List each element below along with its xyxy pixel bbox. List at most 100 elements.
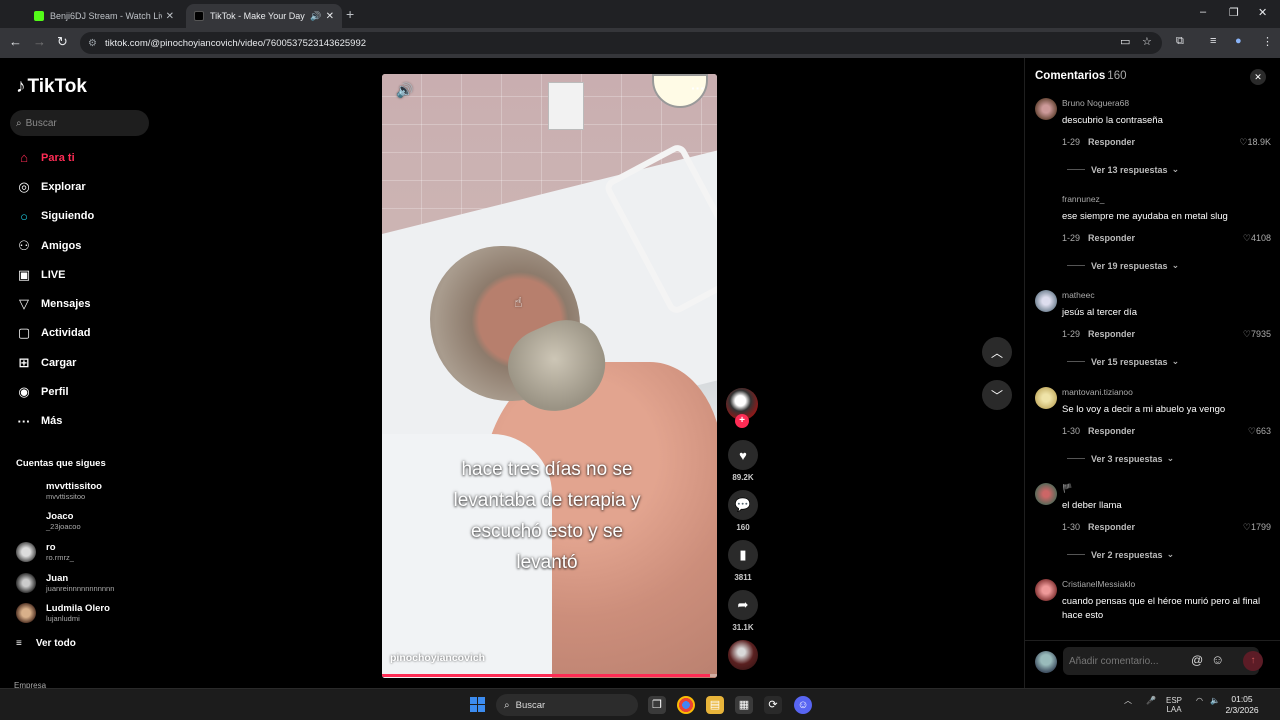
- comment-likes[interactable]: ♡663: [1248, 426, 1271, 437]
- view-replies-button[interactable]: Ver 3 respuestas ⌄: [1067, 453, 1174, 464]
- nav-item-amigos[interactable]: ⚇ Amigos: [14, 231, 94, 260]
- view-replies-button[interactable]: Ver 19 respuestas ⌄: [1067, 260, 1179, 271]
- profile-avatar-icon[interactable]: ●: [1235, 35, 1242, 47]
- browser-tab-tiktok[interactable]: TikTok - Make Your Day 🔊 ✕: [186, 4, 342, 28]
- wifi-icon[interactable]: ◠: [1196, 696, 1203, 705]
- like-action[interactable]: ♥ 89.2K: [726, 440, 760, 482]
- creator-avatar[interactable]: +: [726, 388, 758, 428]
- bookmark-star-icon[interactable]: ☆: [1142, 35, 1152, 48]
- language-indicator[interactable]: ESP LAA: [1166, 696, 1182, 714]
- address-bar[interactable]: ⚙ tiktok.com/@pinochoyiancovich/video/76…: [80, 32, 1162, 54]
- avatar[interactable]: [1035, 579, 1057, 601]
- bookmark-icon[interactable]: ▮: [728, 540, 758, 570]
- avatar[interactable]: [1035, 483, 1057, 505]
- reply-button[interactable]: Responder: [1088, 329, 1135, 339]
- new-tab-button[interactable]: +: [346, 6, 354, 22]
- comment-user[interactable]: mantovani.tizianoo: [1062, 387, 1133, 397]
- video-author[interactable]: pinochoyiancovich: [390, 652, 485, 664]
- volume-icon[interactable]: 🔊: [396, 82, 413, 99]
- tray-expand-icon[interactable]: ︿: [1124, 696, 1132, 705]
- chrome-menu-icon[interactable]: ⋮: [1262, 35, 1273, 48]
- avatar[interactable]: [1035, 290, 1057, 312]
- comment-input-box[interactable]: @ ☺: [1063, 647, 1259, 675]
- reply-button[interactable]: Responder: [1088, 522, 1135, 532]
- music-disc-icon[interactable]: [728, 640, 758, 670]
- site-info-icon[interactable]: ⚙: [88, 38, 97, 49]
- comment-user[interactable]: Bruno Noguera68: [1062, 98, 1129, 108]
- comment-likes[interactable]: ♡7935: [1243, 329, 1271, 340]
- nav-item-siguiendo[interactable]: ○ Siguiendo: [14, 202, 94, 231]
- comment-bubble-icon[interactable]: 💬: [728, 490, 758, 520]
- forward-arrow-icon[interactable]: →: [33, 34, 46, 49]
- video-player[interactable]: hace tres días no se levantaba de terapi…: [382, 74, 717, 678]
- avatar[interactable]: [1035, 387, 1057, 409]
- nav-item-mensajes[interactable]: ▽ Mensajes: [14, 289, 94, 318]
- nav-item-explorar[interactable]: ◎ Explorar: [14, 172, 94, 201]
- send-comment-button[interactable]: ↑: [1243, 651, 1263, 671]
- close-window-button[interactable]: ✕: [1258, 6, 1267, 19]
- view-replies-button[interactable]: Ver 2 respuestas ⌄: [1067, 549, 1174, 560]
- nav-item-cargar[interactable]: ⊞ Cargar: [14, 348, 94, 377]
- avatar[interactable]: [1035, 98, 1057, 120]
- file-explorer-icon[interactable]: ▤: [706, 696, 724, 714]
- comment-likes[interactable]: ♡1799: [1243, 522, 1271, 533]
- nav-item-actividad[interactable]: ▢ Actividad: [14, 319, 94, 348]
- chrome-app-icon[interactable]: [677, 696, 695, 714]
- comment-user[interactable]: 🏴: [1062, 483, 1073, 494]
- save-action[interactable]: ▮ 3811: [726, 540, 760, 582]
- app-icon[interactable]: ⟳: [764, 696, 782, 714]
- share-arrow-icon[interactable]: ➦: [728, 590, 758, 620]
- comment-user[interactable]: matheec: [1062, 290, 1095, 300]
- reply-button[interactable]: Responder: [1088, 233, 1135, 243]
- tiktok-logo[interactable]: ♪ TikTok: [16, 76, 87, 98]
- browser-tab-benji[interactable]: Benji6DJ Stream - Watch Live o ✕: [26, 4, 182, 28]
- clock[interactable]: 01:05 2/3/2026: [1222, 694, 1262, 716]
- tab-audio-icon[interactable]: 🔊: [310, 11, 321, 22]
- comment-user[interactable]: frannunez_: [1062, 194, 1105, 204]
- comment-likes[interactable]: ♡18.9K: [1239, 137, 1271, 148]
- extensions-icon[interactable]: ⧉: [1176, 35, 1184, 48]
- search-box[interactable]: ⌕: [10, 110, 149, 136]
- back-arrow-icon[interactable]: ←: [9, 34, 22, 49]
- video-progress-bar[interactable]: [382, 674, 717, 677]
- maximize-button[interactable]: ❐: [1229, 6, 1239, 19]
- view-replies-button[interactable]: Ver 13 respuestas ⌄: [1067, 164, 1179, 175]
- comment-action[interactable]: 💬 160: [726, 490, 760, 532]
- volume-icon[interactable]: 🔈: [1210, 696, 1220, 705]
- video-more-button[interactable]: ···: [691, 80, 705, 96]
- taskbar-search[interactable]: ⌕ Buscar: [496, 694, 638, 716]
- mention-icon[interactable]: @: [1191, 653, 1203, 667]
- discord-app-icon[interactable]: ☺: [794, 696, 812, 714]
- follow-plus-button[interactable]: +: [735, 414, 749, 428]
- store-app-icon[interactable]: ▦: [735, 696, 753, 714]
- cast-icon[interactable]: ▭: [1120, 35, 1130, 48]
- reading-list-icon[interactable]: ≡: [1210, 35, 1216, 47]
- reload-icon[interactable]: ↻: [57, 34, 68, 50]
- nav-item-live[interactable]: ▣ LIVE: [14, 260, 94, 289]
- close-comments-button[interactable]: ✕: [1250, 69, 1266, 85]
- previous-video-button[interactable]: ︿: [982, 337, 1012, 367]
- following-account[interactable]: Joaco _23joacoo: [16, 508, 166, 534]
- nav-item-para-ti[interactable]: ⌂ Para ti: [14, 143, 94, 172]
- task-view-icon[interactable]: ❐: [648, 696, 666, 714]
- following-account[interactable]: Ludmila Olero lujanludmi: [16, 600, 166, 626]
- share-action[interactable]: ➦ 31.1K: [726, 590, 760, 632]
- following-account[interactable]: mvvttissitoo mvvttissitoo: [16, 478, 166, 504]
- heart-icon[interactable]: ♥: [728, 440, 758, 470]
- nav-item-mas[interactable]: ··· Más: [14, 407, 94, 436]
- next-video-button[interactable]: ﹀: [982, 380, 1012, 410]
- microphone-icon[interactable]: 🎤: [1146, 696, 1156, 705]
- comment-likes[interactable]: ♡4108: [1243, 233, 1271, 244]
- following-account[interactable]: Juan juanreinnnnnnnnnnn: [16, 570, 166, 596]
- reply-button[interactable]: Responder: [1088, 426, 1135, 436]
- reply-button[interactable]: Responder: [1088, 137, 1135, 147]
- comment-user[interactable]: CristianelMessiaklo: [1062, 579, 1135, 589]
- tab-close-icon[interactable]: ✕: [326, 11, 334, 22]
- nav-item-perfil[interactable]: ◉ Perfil: [14, 377, 94, 406]
- comment-input[interactable]: [1069, 655, 1189, 667]
- following-account[interactable]: ro ro.rmrz_: [16, 539, 166, 565]
- see-all-link[interactable]: ≡ Ver todo: [16, 638, 76, 649]
- minimize-button[interactable]: –: [1200, 6, 1206, 18]
- search-input[interactable]: [25, 117, 136, 129]
- avatar[interactable]: [1035, 194, 1057, 216]
